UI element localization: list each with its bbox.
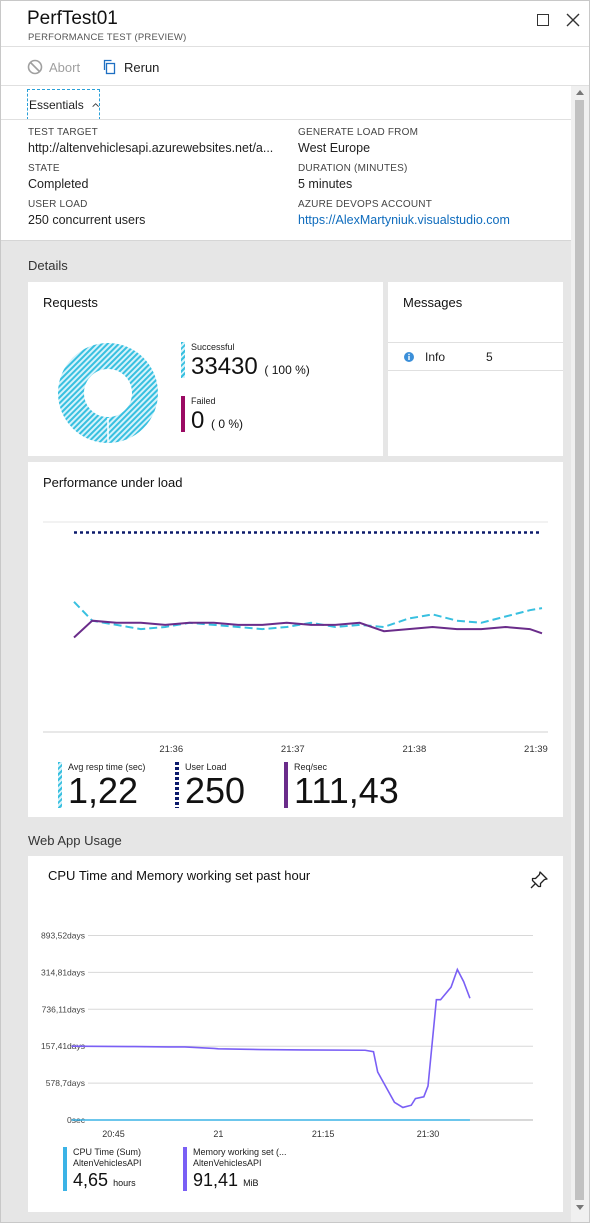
series-line-memory-working-set-	[71, 967, 471, 1109]
performance-chart: 21:3621:3721:3821:3921:40	[43, 521, 548, 755]
blade-header: PerfTest01 PERFORMANCE TEST (PREVIEW)	[1, 1, 589, 47]
test-target-field: TEST TARGET http://altenvehiclesapi.azur…	[28, 127, 286, 155]
memory-value-row: 91,41 MiB	[193, 1170, 259, 1191]
essentials-toggle[interactable]: Essentials	[27, 89, 100, 120]
memory-label: Memory working set (...	[193, 1147, 287, 1157]
chevron-up-icon	[92, 102, 99, 107]
req-sec-value: 111,43	[294, 770, 399, 811]
memory-bar	[183, 1147, 187, 1191]
cpu-time-value: 4,65	[73, 1170, 109, 1190]
devops-account-link[interactable]: https://AlexMartyniuk.visualstudio.com	[298, 213, 510, 227]
message-row-info[interactable]: Info 5	[388, 342, 563, 371]
rerun-button[interactable]: Rerun	[102, 57, 159, 77]
successful-value-row: 33430 ( 100 %)	[191, 353, 310, 381]
rerun-label: Rerun	[124, 59, 160, 75]
essentials-divider	[1, 119, 571, 120]
x-tick-label: 21:38	[402, 744, 426, 755]
failed-value: 0	[191, 407, 205, 434]
message-count: 5	[486, 350, 493, 364]
y-tick-label: 578,7days	[46, 1078, 85, 1088]
generate-load-label: GENERATE LOAD FROM	[298, 127, 419, 138]
x-tick-label: 21:37	[281, 744, 305, 755]
x-tick-label: 21:30	[417, 1129, 440, 1139]
failed-label: Failed	[191, 396, 216, 406]
duration-field: DURATION (MINUTES) 5 minutes	[298, 163, 558, 191]
message-type: Info	[425, 350, 446, 364]
cpu-time-label: CPU Time (Sum)	[73, 1147, 142, 1157]
memory-unit: MiB	[243, 1178, 259, 1188]
cpu-time-value-row: 4,65 hours	[73, 1170, 136, 1191]
x-tick-label: 21	[213, 1129, 223, 1139]
abort-icon	[27, 59, 43, 75]
memory-sub: AltenVehiclesAPI	[193, 1158, 262, 1168]
state-value: Completed	[28, 177, 89, 191]
generate-load-value: West Europe	[298, 141, 371, 155]
failed-percent: ( 0 %)	[211, 417, 244, 431]
messages-title: Messages	[403, 295, 463, 310]
page-subtitle: PERFORMANCE TEST (PREVIEW)	[28, 32, 187, 43]
cpu-time-unit: hours	[113, 1178, 136, 1188]
requests-tile[interactable]: Requests Successful 33430 (100 %) Faile…	[28, 282, 383, 456]
details-heading: Details	[28, 258, 68, 273]
duration-label: DURATION (MINUTES)	[298, 163, 408, 174]
generate-load-field: GENERATE LOAD FROM West Europe	[298, 127, 558, 155]
web-app-usage-heading: Web App Usage	[28, 833, 122, 848]
scroll-thumb[interactable]	[575, 100, 584, 1200]
requests-title: Requests	[43, 295, 98, 310]
blade-content: Essentials TEST TARGET http://altenvehic…	[1, 86, 571, 1222]
test-target-label: TEST TARGET	[28, 127, 98, 138]
memory-value: 91,41	[193, 1170, 239, 1190]
test-target-value: http://altenvehiclesapi.azurewebsites.ne…	[28, 141, 274, 155]
scroll-up-arrow[interactable]	[576, 90, 584, 95]
info-icon	[404, 352, 414, 362]
performance-test-blade: PerfTest01 PERFORMANCE TEST (PREVIEW) Ab…	[0, 0, 590, 1223]
duration-value: 5 minutes	[298, 177, 353, 191]
cpu-memory-tile[interactable]: CPU Time and Memory working set past hou…	[28, 856, 563, 1212]
devops-account-label: AZURE DEVOPS ACCOUNT	[298, 199, 433, 210]
failed-value-row: 0 ( 0 %)	[191, 407, 243, 435]
vertical-scrollbar[interactable]	[571, 86, 589, 1222]
user-load-label: USER LOAD	[28, 199, 88, 210]
performance-tile[interactable]: Performance under load 21:36 21:37 21:38 21…	[28, 462, 563, 817]
essentials-label: Essentials	[29, 97, 84, 112]
messages-tile[interactable]: Messages Info 5	[388, 282, 563, 456]
avg-resp-value: 1,22	[68, 770, 139, 811]
state-field: STATE Completed	[28, 163, 286, 191]
abort-button[interactable]: Abort	[27, 57, 80, 77]
x-tick-label: 21:39	[524, 744, 548, 755]
cpu-time-sub: AltenVehiclesAPI	[73, 1158, 142, 1168]
y-tick-label: 736,11days	[42, 1004, 85, 1014]
user-load-field: USER LOAD 250 concurrent users	[28, 199, 286, 227]
x-tick-label: 20:45	[102, 1129, 125, 1139]
command-bar: Abort Rerun	[1, 48, 589, 86]
devops-account-field: AZURE DEVOPS ACCOUNT https://AlexMartyni…	[298, 199, 558, 227]
page-title: PerfTest01	[27, 8, 118, 29]
state-label: STATE	[28, 163, 60, 174]
successful-bar	[181, 342, 185, 378]
user-load-bar	[175, 762, 179, 808]
requests-donut	[58, 343, 158, 443]
abort-label: Abort	[49, 59, 81, 75]
cpu-time-bar	[63, 1147, 67, 1191]
cpu-memory-chart: 0sec578,7days157,41days736,11days314,81d…	[41, 931, 533, 1139]
maximize-button[interactable]	[533, 10, 553, 30]
avg-resp-bar	[58, 762, 62, 808]
close-icon	[566, 13, 580, 27]
user-load-metric-value: 250	[185, 770, 246, 811]
details-area: Details Requests Successful 33430 (100 …	[1, 240, 571, 1222]
close-button[interactable]	[563, 10, 583, 30]
failed-bar	[181, 396, 185, 432]
req-sec-bar	[284, 762, 288, 808]
x-tick-label: 21:15	[312, 1129, 335, 1139]
copy-icon	[103, 59, 116, 75]
successful-value: 33430	[191, 353, 258, 380]
x-tick-label: 21:36	[159, 744, 183, 755]
successful-percent: ( 100 %)	[264, 363, 310, 377]
y-tick-label: 314,81days	[41, 967, 85, 977]
y-tick-label: 893,52days	[41, 931, 85, 941]
user-load-value: 250 concurrent users	[28, 213, 146, 227]
successful-label: Successful	[191, 342, 235, 352]
scroll-down-arrow[interactable]	[576, 1205, 584, 1210]
